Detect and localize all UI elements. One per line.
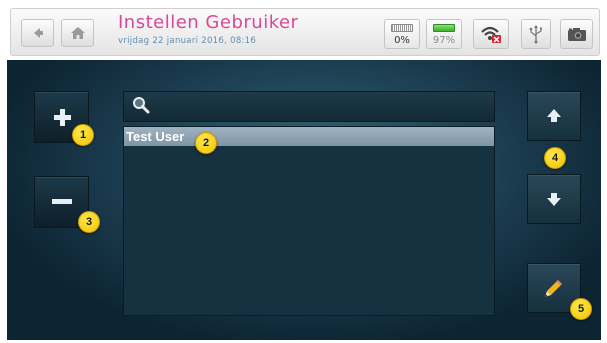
callout-marker-1: 1	[72, 124, 94, 146]
user-list: Test User	[123, 126, 495, 316]
battery-right-percent: 97%	[432, 35, 456, 46]
battery-status-left: 0%	[384, 19, 420, 49]
battery-left-percent: 0%	[394, 35, 410, 46]
datetime-label: vrijdag 22 januari 2016, 08:16	[118, 36, 257, 46]
user-name: Test User	[126, 129, 185, 144]
usb-button[interactable]	[521, 19, 551, 49]
callout-marker-2: 2	[195, 132, 217, 154]
back-button[interactable]	[21, 19, 54, 47]
page-title: Instellen Gebruiker	[118, 12, 299, 33]
move-down-button[interactable]	[527, 174, 581, 224]
camera-icon	[567, 28, 586, 41]
callout-marker-3: 3	[78, 211, 100, 233]
home-icon	[70, 27, 85, 39]
callout-marker-4: 4	[544, 147, 566, 169]
plus-icon	[53, 109, 71, 126]
camera-button[interactable]	[560, 19, 593, 49]
minus-icon	[51, 199, 72, 204]
pencil-icon	[545, 280, 562, 297]
battery-left-icon	[391, 24, 413, 32]
move-up-button[interactable]	[527, 91, 581, 141]
main-panel: Test User 1 2 3 4 5	[7, 60, 601, 340]
home-button[interactable]	[61, 19, 94, 47]
header-bar: Instellen Gebruiker vrijdag 22 januari 2…	[10, 8, 600, 56]
wifi-error-icon	[481, 26, 501, 43]
wifi-button[interactable]	[473, 19, 509, 49]
callout-marker-5: 5	[570, 298, 592, 320]
list-item[interactable]: Test User	[124, 127, 494, 146]
arrow-up-icon	[547, 109, 561, 122]
arrow-down-icon	[547, 193, 561, 206]
battery-status-right: 97%	[426, 19, 462, 49]
usb-icon	[529, 25, 542, 44]
back-arrow-icon	[33, 28, 43, 38]
battery-right-icon	[433, 24, 455, 32]
search-icon	[133, 97, 150, 114]
search-input[interactable]	[123, 91, 495, 122]
